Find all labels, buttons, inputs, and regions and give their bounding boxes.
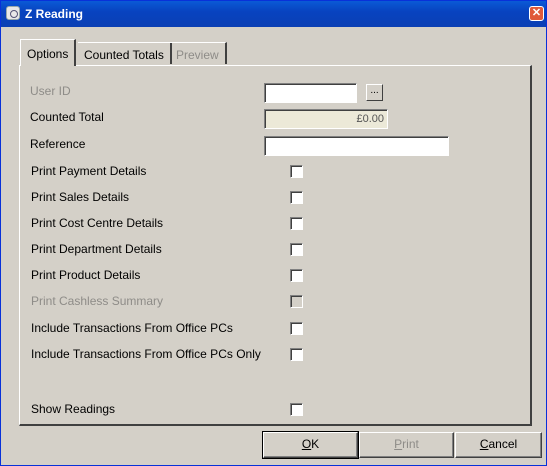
tab-preview: Preview bbox=[170, 42, 227, 64]
print-cost-centre-details-label: Print Cost Centre Details bbox=[31, 216, 164, 230]
include-office-pcs-only-checkbox[interactable] bbox=[290, 348, 303, 361]
print-product-details-checkbox[interactable] bbox=[290, 269, 303, 282]
show-readings-checkbox[interactable] bbox=[290, 403, 303, 416]
window-title: Z Reading bbox=[25, 7, 84, 21]
cancel-label: ancel bbox=[488, 437, 518, 451]
print-sales-details-checkbox[interactable] bbox=[290, 191, 303, 204]
print-cashless-summary-label: Print Cashless Summary bbox=[31, 294, 164, 308]
print-mnemonic: P bbox=[394, 437, 403, 451]
print-sales-details-label: Print Sales Details bbox=[31, 190, 130, 204]
ok-mnemonic: O bbox=[301, 437, 312, 451]
include-office-pcs-only-label: Include Transactions From Office PCs Onl… bbox=[31, 347, 261, 361]
counted-total-field bbox=[264, 109, 388, 129]
print-cost-centre-details-checkbox[interactable] bbox=[290, 217, 303, 230]
tab-options[interactable]: Options bbox=[20, 39, 77, 66]
ok-label: K bbox=[311, 437, 320, 451]
print-cashless-summary-checkbox bbox=[290, 295, 303, 308]
close-icon[interactable]: ✕ bbox=[529, 6, 544, 21]
cancel-button[interactable]: Cancel bbox=[455, 432, 542, 458]
print-product-details-label: Print Product Details bbox=[31, 268, 141, 282]
ok-button[interactable]: OK bbox=[262, 431, 359, 459]
show-readings-label: Show Readings bbox=[31, 402, 116, 416]
app-icon bbox=[6, 6, 20, 20]
user-id-browse-button[interactable]: ... bbox=[366, 84, 383, 101]
reference-label: Reference bbox=[30, 137, 86, 151]
counted-total-label: Counted Total bbox=[30, 110, 104, 124]
user-id-input[interactable] bbox=[264, 83, 357, 103]
title-bar[interactable]: Z Reading ✕ bbox=[1, 1, 546, 27]
print-button: Print bbox=[359, 432, 454, 458]
print-payment-details-label: Print Payment Details bbox=[31, 164, 147, 178]
print-department-details-label: Print Department Details bbox=[31, 242, 162, 256]
tab-counted-totals[interactable]: Counted Totals bbox=[78, 42, 172, 64]
reference-input[interactable] bbox=[264, 136, 449, 156]
include-office-pcs-label: Include Transactions From Office PCs bbox=[31, 321, 233, 335]
print-department-details-checkbox[interactable] bbox=[290, 243, 303, 256]
include-office-pcs-checkbox[interactable] bbox=[290, 322, 303, 335]
user-id-label: User ID bbox=[30, 84, 71, 98]
print-payment-details-checkbox[interactable] bbox=[290, 165, 303, 178]
print-label: rint bbox=[402, 437, 419, 451]
